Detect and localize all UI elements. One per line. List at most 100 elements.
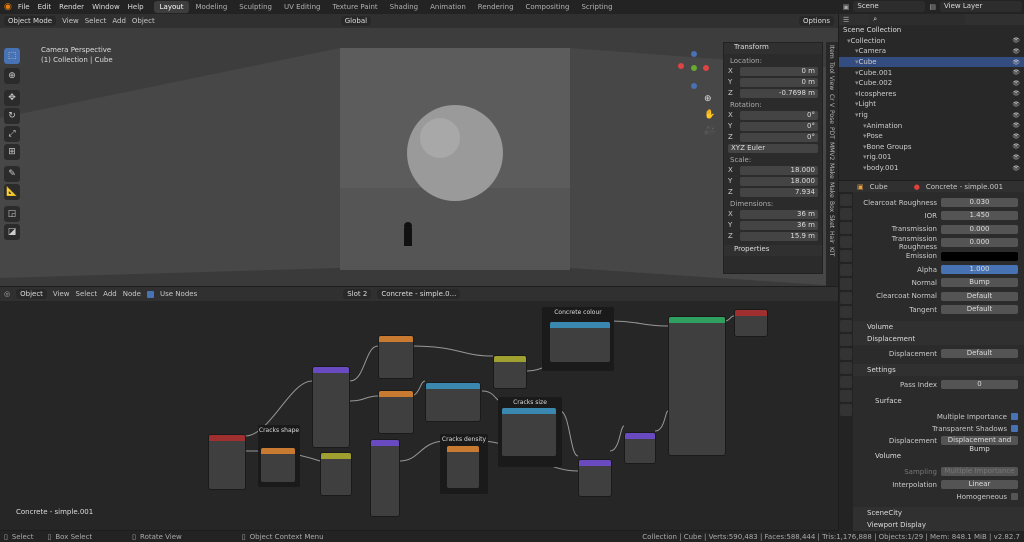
3d-viewport[interactable]: Object Mode View Select Add Object Globa… xyxy=(0,14,838,286)
properties-tab-icon[interactable] xyxy=(840,194,852,206)
node-math[interactable] xyxy=(370,439,400,517)
scale-field[interactable]: 18.000 xyxy=(740,165,818,175)
loc-field[interactable]: 0 m xyxy=(740,77,818,87)
surface-subpanel[interactable]: Surface xyxy=(875,397,902,405)
tab-uv-editing[interactable]: UV Editing xyxy=(278,1,327,13)
node-add-menu[interactable]: Add xyxy=(103,290,117,298)
sidebar-tab[interactable]: Item xyxy=(828,45,835,59)
outliner-filter-icon[interactable]: ☰ xyxy=(843,16,849,24)
select-tool-icon[interactable]: ⬚ xyxy=(4,48,20,64)
properties-tab-icon[interactable] xyxy=(840,404,852,416)
visibility-eye-icon[interactable]: 👁 xyxy=(1012,80,1020,87)
properties-tab-icon[interactable] xyxy=(840,376,852,388)
outliner-scene-collection[interactable]: Scene Collection xyxy=(839,25,1024,36)
node-principled-bsdf[interactable] xyxy=(668,316,726,456)
rot-field[interactable]: 0° xyxy=(740,132,818,142)
add-menu[interactable]: Add xyxy=(112,17,126,25)
properties-tab-icon[interactable] xyxy=(840,306,852,318)
scene-icon[interactable]: ▣ xyxy=(843,3,850,11)
dims-field[interactable]: 36 m xyxy=(740,220,818,230)
node-color-ramp[interactable] xyxy=(320,452,352,496)
properties-header[interactable]: Properties xyxy=(724,245,822,256)
sidebar-tab[interactable]: MMV2 xyxy=(828,142,835,160)
node-noise-b[interactable] xyxy=(446,445,480,489)
outliner-row[interactable]: ▾ body.001 👁 xyxy=(839,163,1024,174)
outliner-row[interactable]: ▾ Icospheres 👁 xyxy=(839,89,1024,100)
scale-field[interactable]: 7.934 xyxy=(740,187,818,197)
sampling-dropdown[interactable]: Multiple Importance xyxy=(941,467,1018,476)
blender-logo-icon[interactable]: ◉ xyxy=(4,2,12,12)
properties-tab-icon[interactable] xyxy=(840,278,852,290)
extra-tool-icon[interactable]: ◪ xyxy=(4,224,20,240)
orientation-dropdown[interactable]: Global xyxy=(340,16,372,26)
scale-tool-icon[interactable]: ⤢ xyxy=(4,126,20,142)
sidebar-tab[interactable]: Make xyxy=(828,182,835,198)
properties-editor[interactable]: ▣ Cube ● Concrete - simple.001 Clearcoat… xyxy=(839,181,1024,531)
property-field[interactable] xyxy=(941,251,1018,261)
visibility-eye-icon[interactable]: 👁 xyxy=(1012,37,1020,44)
visibility-eye-icon[interactable]: 👁 xyxy=(1012,101,1020,108)
slot-dropdown[interactable]: Slot 2 xyxy=(343,289,372,299)
tab-animation[interactable]: Animation xyxy=(424,1,472,13)
node-voronoi-b[interactable] xyxy=(378,390,414,434)
zoom-icon[interactable]: ⊕ xyxy=(704,94,712,104)
sidebar-tab[interactable]: PDT xyxy=(828,127,835,139)
node-noise-texture[interactable] xyxy=(260,447,296,483)
outliner-row[interactable]: ▾ Collection 👁 xyxy=(839,36,1024,47)
volume-subpanel[interactable]: Volume xyxy=(875,452,901,460)
outliner[interactable]: ☰ ⌕ Scene Collection ▾ Collection 👁 ▾ Came… xyxy=(839,14,1024,180)
outliner-row[interactable]: ▾ Cube.001 👁 xyxy=(839,67,1024,78)
properties-tab-icon[interactable] xyxy=(840,362,852,374)
outliner-row[interactable]: ▾ Cube 👁 xyxy=(839,56,1024,68)
pass-index-field[interactable]: 0 xyxy=(941,380,1018,389)
displacement-dropdown[interactable]: Default xyxy=(941,349,1018,358)
node-color-ramp-b[interactable] xyxy=(425,382,481,422)
sidebar-tab[interactable]: Hair xyxy=(828,231,835,243)
node-mapping[interactable] xyxy=(312,366,350,448)
visibility-eye-icon[interactable]: 👁 xyxy=(1012,165,1020,172)
sidebar-tab[interactable]: Sket xyxy=(828,215,835,228)
sidebar-tab[interactable]: View xyxy=(828,76,835,90)
object-menu[interactable]: Object xyxy=(132,17,155,25)
tab-modeling[interactable]: Modeling xyxy=(189,1,233,13)
outliner-row[interactable]: ▾ Camera 👁 xyxy=(839,46,1024,57)
sidebar-tab[interactable]: Make xyxy=(828,163,835,179)
menu-item-file[interactable]: File xyxy=(18,3,30,11)
tab-rendering[interactable]: Rendering xyxy=(472,1,520,13)
properties-tab-icon[interactable] xyxy=(840,292,852,304)
displacement-method-dropdown[interactable]: Displacement and Bump xyxy=(941,436,1018,453)
volume-panel-header[interactable]: Volume xyxy=(853,321,1024,333)
node-material-output[interactable] xyxy=(734,309,768,337)
use-nodes-checkbox[interactable] xyxy=(147,290,154,298)
move-tool-icon[interactable]: ✥ xyxy=(4,90,20,106)
visibility-eye-icon[interactable]: 👁 xyxy=(1012,154,1020,161)
cursor-tool-icon[interactable]: ⊕ xyxy=(4,68,20,84)
sidebar-tab[interactable]: V xyxy=(828,103,835,107)
transparent-shadows-checkbox[interactable] xyxy=(1011,425,1018,432)
outliner-search-input[interactable]: ⌕ xyxy=(869,14,966,25)
interpolation-dropdown[interactable]: Linear xyxy=(941,480,1018,489)
menu-item-edit[interactable]: Edit xyxy=(38,3,52,11)
sidebar-tab[interactable]: Cr xyxy=(828,94,835,101)
outliner-row[interactable]: ▾ Light 👁 xyxy=(839,99,1024,110)
visibility-eye-icon[interactable]: 👁 xyxy=(1012,133,1020,140)
tab-scripting[interactable]: Scripting xyxy=(575,1,618,13)
node-voronoi-a[interactable] xyxy=(378,335,414,379)
view-layer-field[interactable]: View Layer xyxy=(940,1,1022,12)
rotation-mode-dropdown[interactable]: XYZ Euler xyxy=(728,143,818,153)
outliner-row[interactable]: ▾ rig 👁 xyxy=(839,110,1024,121)
properties-tab-icon[interactable] xyxy=(840,208,852,220)
pan-icon[interactable]: ✋ xyxy=(704,110,715,120)
properties-tab-icon[interactable] xyxy=(840,334,852,346)
rot-field[interactable]: 0° xyxy=(740,121,818,131)
visibility-eye-icon[interactable]: 👁 xyxy=(1012,112,1020,119)
properties-tab-icon[interactable] xyxy=(840,390,852,402)
rotate-tool-icon[interactable]: ↻ xyxy=(4,108,20,124)
visibility-eye-icon[interactable]: 👁 xyxy=(1012,48,1020,55)
displacement-panel-header[interactable]: Displacement xyxy=(853,333,1024,345)
options-button[interactable]: Options xyxy=(798,16,834,26)
properties-tab-icon[interactable] xyxy=(840,222,852,234)
scale-field[interactable]: 18.000 xyxy=(740,176,818,186)
tab-texture-paint[interactable]: Texture Paint xyxy=(327,1,384,13)
tab-layout[interactable]: Layout xyxy=(153,1,190,13)
